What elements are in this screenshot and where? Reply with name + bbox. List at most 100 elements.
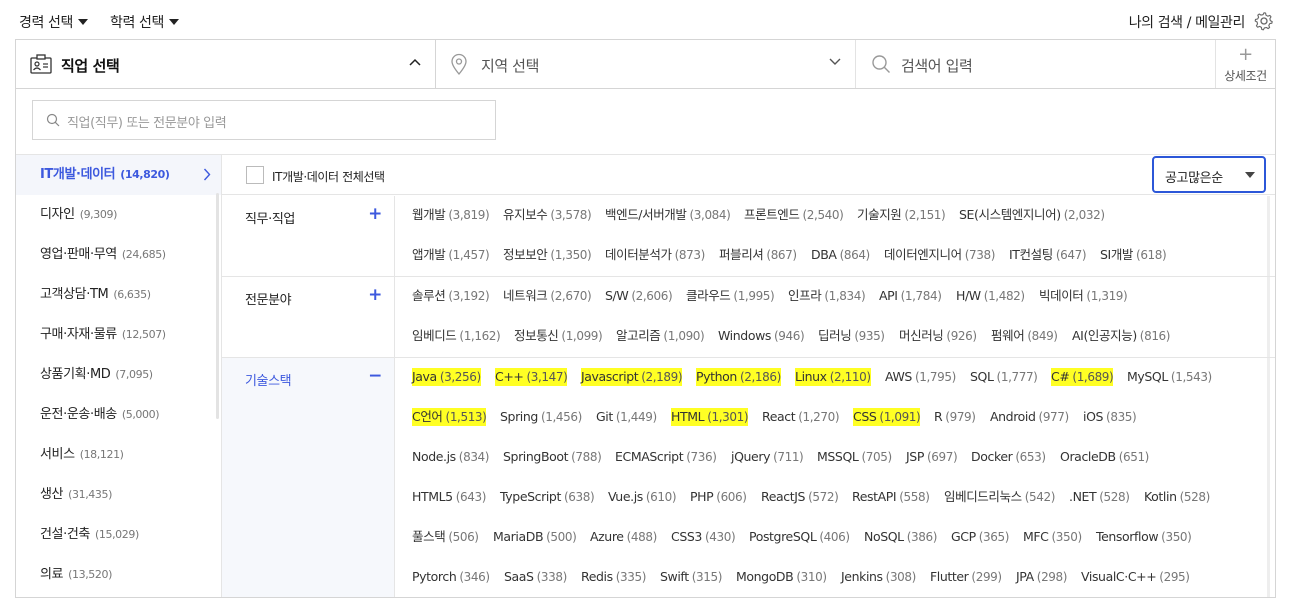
tag-item[interactable]: Java (3,256) <box>412 368 481 386</box>
tag-item[interactable]: Docker (653) <box>971 448 1046 466</box>
category-scrollbar[interactable] <box>216 193 219 419</box>
tag-item[interactable]: RestAPI (558) <box>852 488 930 506</box>
tag-item[interactable]: 네트워크 (2,670) <box>503 287 592 305</box>
tag-item[interactable]: C++ (3,147) <box>495 368 568 386</box>
tag-item[interactable]: Jenkins (308) <box>841 568 916 586</box>
tag-item[interactable]: Javascript (2,189) <box>581 368 683 386</box>
tag-item[interactable]: 딥러닝 (935) <box>818 327 885 345</box>
tag-item[interactable]: React (1,270) <box>762 408 840 426</box>
tag-item[interactable]: 풀스택 (506) <box>412 528 479 546</box>
tag-item[interactable]: SI개발 (618) <box>1100 246 1167 264</box>
sort-select[interactable]: 공고많은순 <box>1152 156 1266 193</box>
my-search-mail-link[interactable]: 나의 검색 / 메일관리 <box>1129 12 1246 32</box>
select-all-checkbox[interactable] <box>246 166 264 184</box>
tag-item[interactable]: iOS (835) <box>1083 408 1137 426</box>
tag-item[interactable]: Azure (488) <box>590 528 657 546</box>
tag-item[interactable]: HTML (1,301) <box>671 408 749 426</box>
tag-item[interactable]: Tensorflow (350) <box>1096 528 1192 546</box>
tag-item[interactable]: R (979) <box>934 408 976 426</box>
tag-item[interactable]: 알고리즘 (1,090) <box>616 327 705 345</box>
tag-item[interactable]: PHP (606) <box>690 488 747 506</box>
tag-item[interactable]: 클라우드 (1,995) <box>686 287 775 305</box>
tag-item[interactable]: 임베디드 (1,162) <box>412 327 501 345</box>
tag-item[interactable]: AWS (1,795) <box>885 368 956 386</box>
tag-item[interactable]: 웹개발 (3,819) <box>412 206 490 224</box>
tag-item[interactable]: AI(인공지능) (816) <box>1072 327 1170 345</box>
tag-item[interactable]: 퍼블리셔 (867) <box>719 246 797 264</box>
category-item[interactable]: 생산 (31,435) <box>16 475 221 515</box>
tag-item[interactable]: MariaDB (500) <box>493 528 577 546</box>
minus-icon[interactable]: − <box>368 366 382 386</box>
tag-item[interactable]: 데이터분석가 (873) <box>605 246 705 264</box>
category-item[interactable]: 고객상담·TM (6,635) <box>16 275 221 315</box>
tag-item[interactable]: SE(시스템엔지니어) (2,032) <box>959 206 1105 224</box>
tag-item[interactable]: Python (2,186) <box>696 368 781 386</box>
job-search-input[interactable]: 직업(직무) 또는 전문분야 입력 <box>32 100 496 140</box>
tag-item[interactable]: 펌웨어 (849) <box>991 327 1058 345</box>
tag-item[interactable]: Kotlin (528) <box>1144 488 1210 506</box>
category-item[interactable]: 상품기획·MD (7,095) <box>16 355 221 395</box>
tag-item[interactable]: SaaS (338) <box>504 568 567 586</box>
tag-item[interactable]: OracleDB (651) <box>1060 448 1149 466</box>
tag-item[interactable]: Redis (335) <box>581 568 646 586</box>
tag-item[interactable]: 정보통신 (1,099) <box>514 327 603 345</box>
tag-item[interactable]: 빅데이터 (1,319) <box>1039 287 1128 305</box>
tag-item[interactable]: ECMAScript (736) <box>615 448 717 466</box>
tag-item[interactable]: C# (1,689) <box>1051 368 1114 386</box>
gear-icon[interactable] <box>1254 11 1274 31</box>
tag-item[interactable]: GCP (365) <box>951 528 1009 546</box>
tag-item[interactable]: 백엔드/서버개발 (3,084) <box>605 206 731 224</box>
tag-item[interactable]: Flutter (299) <box>930 568 1002 586</box>
category-item[interactable]: 구매·자재·물류 (12,507) <box>16 315 221 355</box>
category-item[interactable]: 디자인 (9,309) <box>16 195 221 235</box>
location-select[interactable]: 지역 선택 <box>436 40 856 88</box>
keyword-input[interactable]: 검색어 입력 <box>856 40 1216 88</box>
tag-item[interactable]: MongoDB (310) <box>736 568 827 586</box>
tag-item[interactable]: 유지보수 (3,578) <box>503 206 592 224</box>
tag-item[interactable]: Git (1,449) <box>596 408 657 426</box>
tag-item[interactable]: SpringBoot (788) <box>503 448 602 466</box>
tag-item[interactable]: 임베디드리눅스 (542) <box>944 488 1055 506</box>
advanced-conditions-button[interactable]: + 상세조건 <box>1216 40 1275 88</box>
tag-item[interactable]: TypeScript (638) <box>500 488 595 506</box>
tag-item[interactable]: IT컨설팅 (647) <box>1009 246 1087 264</box>
tag-item[interactable]: S/W (2,606) <box>605 287 673 305</box>
tag-item[interactable]: Windows (946) <box>718 327 805 345</box>
tag-item[interactable]: CSS3 (430) <box>671 528 736 546</box>
tag-item[interactable]: PostgreSQL (406) <box>749 528 850 546</box>
category-item[interactable]: IT개발·데이터 (14,820) <box>16 155 221 195</box>
tag-item[interactable]: API (1,784) <box>879 287 942 305</box>
tag-item[interactable]: Vue.js (610) <box>608 488 677 506</box>
tag-item[interactable]: CSS (1,091) <box>853 408 921 426</box>
tag-item[interactable]: HTML5 (643) <box>412 488 486 506</box>
career-dropdown[interactable]: 경력 선택 <box>19 12 88 32</box>
tag-item[interactable]: 프론트엔드 (2,540) <box>744 206 844 224</box>
tag-item[interactable]: 정보보안 (1,350) <box>503 246 592 264</box>
group-header[interactable]: 전문분야 + <box>222 277 395 357</box>
tag-item[interactable]: Swift (315) <box>660 568 722 586</box>
tag-item[interactable]: DBA (864) <box>811 246 870 264</box>
plus-icon[interactable]: + <box>368 285 382 305</box>
tag-item[interactable]: H/W (1,482) <box>956 287 1025 305</box>
plus-icon[interactable]: + <box>368 204 382 224</box>
category-item[interactable]: 의료 (13,520) <box>16 555 221 595</box>
tag-item[interactable]: 인프라 (1,834) <box>788 287 866 305</box>
tag-item[interactable]: .NET (528) <box>1069 488 1130 506</box>
job-select[interactable]: 직업 선택 <box>16 40 436 88</box>
tag-item[interactable]: 기술지원 (2,151) <box>857 206 946 224</box>
tag-item[interactable]: MFC (350) <box>1023 528 1082 546</box>
category-item[interactable]: 서비스 (18,121) <box>16 435 221 475</box>
tag-item[interactable]: JPA (298) <box>1016 568 1067 586</box>
tag-item[interactable]: jQuery (711) <box>731 448 804 466</box>
tag-item[interactable]: 데이터엔지니어 (738) <box>884 246 995 264</box>
tag-item[interactable]: Linux (2,110) <box>795 368 871 386</box>
group-header[interactable]: 기술스택 − <box>222 358 395 597</box>
tag-item[interactable]: 머신러닝 (926) <box>899 327 977 345</box>
tag-item[interactable]: Pytorch (346) <box>412 568 490 586</box>
tag-item[interactable]: ReactJS (572) <box>761 488 839 506</box>
tag-item[interactable]: Spring (1,456) <box>500 408 582 426</box>
tag-item[interactable]: NoSQL (386) <box>864 528 937 546</box>
category-item[interactable]: 건설·건축 (15,029) <box>16 515 221 555</box>
tag-item[interactable]: 앱개발 (1,457) <box>412 246 490 264</box>
tag-item[interactable]: JSP (697) <box>906 448 958 466</box>
